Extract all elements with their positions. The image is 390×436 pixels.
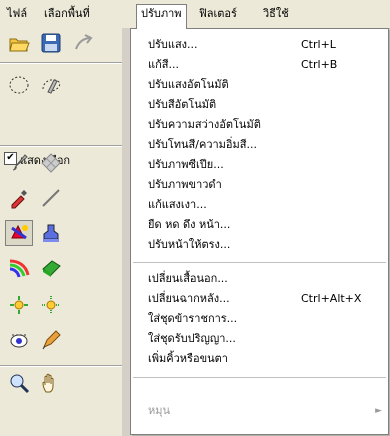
- effects-icon[interactable]: [5, 220, 33, 246]
- menu-item-hue-saturation[interactable]: ปรับโทนสี/ความอิ่มสี...: [131, 135, 388, 155]
- menu-filter[interactable]: ฟิลเตอร์: [195, 5, 241, 23]
- menu-adjust[interactable]: ปรับภาพ: [136, 4, 187, 29]
- menu-item-graduation-gown[interactable]: ใส่ชุดรับปริญญา...: [131, 329, 388, 349]
- menu-item-label: ปรับแสงอัตโนมัติ: [148, 78, 229, 91]
- menu-item-rotate[interactable]: หมุน ►: [131, 401, 388, 421]
- eraser-icon[interactable]: [37, 255, 65, 281]
- eyedropper-icon[interactable]: [5, 185, 33, 211]
- adjust-menu-dropdown: ปรับแสง... Ctrl+L แก้สี... Ctrl+B ปรับแส…: [130, 28, 389, 435]
- menu-item-change-jacket[interactable]: เปลี่ยนเสื้อนอก...: [131, 269, 388, 289]
- menu-item-label: ใส่ชุดข้าราชการ...: [148, 312, 238, 325]
- menu-item-change-background[interactable]: เปลี่ยนฉากหลัง... Ctrl+Alt+X: [131, 289, 388, 309]
- menu-item-auto-color[interactable]: ปรับสีอัตโนมัติ: [131, 95, 388, 115]
- menu-separator: [133, 262, 386, 263]
- brush-icon[interactable]: [5, 150, 33, 176]
- menu-item-shortcut: Ctrl+L: [301, 38, 336, 51]
- menu-item-label: เปลี่ยนเสื้อนอก...: [148, 272, 228, 285]
- menu-item-shortcut: Ctrl+B: [301, 58, 338, 71]
- stamp-icon[interactable]: [37, 220, 65, 246]
- menu-file[interactable]: ไฟล์: [3, 5, 31, 23]
- link-icon[interactable]: [69, 30, 97, 56]
- menu-item-straighten-face[interactable]: ปรับหน้าให้ตรง...: [131, 235, 388, 255]
- line-icon[interactable]: [37, 185, 65, 211]
- menu-item-label: ปรับแสง...: [148, 38, 198, 51]
- menu-item-civil-uniform[interactable]: ใส่ชุดข้าราชการ...: [131, 309, 388, 329]
- zoom-icon[interactable]: [5, 370, 33, 396]
- toolbar-retouch-row: [0, 325, 130, 355]
- menu-select[interactable]: เลือกพื้นที่: [40, 5, 94, 23]
- menu-item-auto-brightness[interactable]: ปรับความสว่างอัตโนมัติ: [131, 115, 388, 135]
- menu-item-eyebrows-lashes[interactable]: เพิ่มคิ้วหรือขนตา: [131, 349, 388, 369]
- toolbar-file-row: [0, 28, 130, 58]
- menu-item-label: ปรับความสว่างอัตโนมัติ: [148, 118, 261, 131]
- toolbar-select-row: [0, 70, 130, 100]
- lasso-icon[interactable]: [37, 72, 65, 98]
- menu-item-black-white[interactable]: ปรับภาพขาวดำ: [131, 175, 388, 195]
- menu-item-label: ใส่ชุดรับปริญญา...: [148, 332, 236, 345]
- ellipse-select-icon[interactable]: [5, 72, 33, 98]
- toolbar-effects-row: [0, 218, 130, 248]
- menu-item-auto-levels[interactable]: ปรับแสงอัตโนมัติ: [131, 75, 388, 95]
- gradient-icon[interactable]: [5, 255, 33, 281]
- pencil-icon[interactable]: [37, 327, 65, 353]
- toolbar-enhance-row: [0, 290, 130, 320]
- sparkle-icon[interactable]: [5, 292, 33, 318]
- menu-help[interactable]: วิธีใช้: [259, 5, 293, 23]
- menu-item-color-correct[interactable]: แก้สี... Ctrl+B: [131, 55, 388, 75]
- toolbar-view-row: [0, 368, 130, 398]
- menu-item-sepia[interactable]: ปรับภาพซีเปีย...: [131, 155, 388, 175]
- menu-item-label: ยืด หด ดึง หน้า...: [148, 218, 231, 231]
- menu-item-label: ปรับภาพขาวดำ: [148, 178, 222, 191]
- menu-item-label: แก้แสงเงา...: [148, 198, 207, 211]
- toolbox-divider: [0, 62, 130, 64]
- menu-item-label: ปรับภาพซีเปีย...: [148, 158, 224, 171]
- hand-icon[interactable]: [37, 370, 65, 396]
- save-icon[interactable]: [37, 30, 65, 56]
- sparkle-alt-icon[interactable]: [37, 292, 65, 318]
- toolbox-divider: [0, 365, 130, 367]
- menu-item-shortcut: Ctrl+Alt+X: [301, 292, 362, 305]
- menu-item-label: ปรับสีอัตโนมัติ: [148, 98, 217, 111]
- menu-separator: [133, 377, 386, 378]
- toolbox-divider: [0, 145, 130, 147]
- menu-item-reshape-face[interactable]: ยืด หด ดึง หน้า...: [131, 215, 388, 235]
- toolbox: ✔ แสดงเลือก: [0, 28, 130, 436]
- toolbar-paint-row: [0, 148, 130, 178]
- menu-item-shadows[interactable]: แก้แสงเงา...: [131, 195, 388, 215]
- menu-item-label: ปรับหน้าให้ตรง...: [148, 238, 231, 251]
- redeye-icon[interactable]: [5, 327, 33, 353]
- menu-item-label: เพิ่มคิ้วหรือขนตา: [148, 352, 228, 365]
- pattern-icon[interactable]: [37, 150, 65, 176]
- submenu-arrow-icon: ►: [375, 406, 382, 416]
- toolbar-fill-row: [0, 253, 130, 283]
- menu-item-levels[interactable]: ปรับแสง... Ctrl+L: [131, 35, 388, 55]
- toolbar-draw-row: [0, 183, 130, 213]
- open-icon[interactable]: [5, 30, 33, 56]
- menu-item-label: หมุน: [148, 404, 171, 417]
- menu-item-label: เปลี่ยนฉากหลัง...: [148, 292, 230, 305]
- menu-bar: ไฟล์ เลือกพื้นที่ ปรับภาพ ฟิลเตอร์ วิธีใ…: [0, 0, 390, 29]
- menu-item-label: แก้สี...: [148, 58, 179, 71]
- menu-item-label: ปรับโทนสี/ความอิ่มสี...: [148, 138, 257, 151]
